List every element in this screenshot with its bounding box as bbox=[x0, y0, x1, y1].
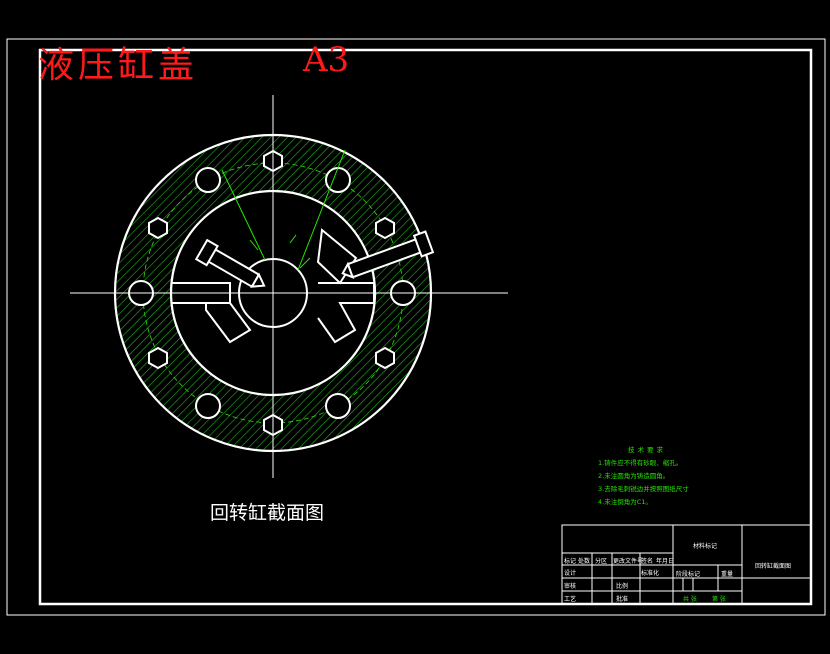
dimension-leader bbox=[299, 257, 311, 269]
requirement-item: 1.铸件应不得有砂眼、缩孔。 bbox=[598, 459, 683, 467]
sheet-size-label: A3 bbox=[303, 40, 350, 80]
signature-label: 签名 bbox=[641, 558, 654, 565]
stage-mark-label: 阶段标记 bbox=[676, 571, 701, 578]
hex-hole bbox=[375, 216, 395, 240]
section-caption: 回转缸截面图 bbox=[210, 502, 325, 524]
process-label: 工艺 bbox=[564, 596, 577, 603]
bolt-hole bbox=[195, 393, 221, 419]
bolt-hole bbox=[195, 167, 221, 193]
sheets-total: 共 张 bbox=[683, 596, 697, 603]
review-label: 审核 bbox=[564, 583, 577, 590]
count-label: 处数 bbox=[578, 558, 591, 565]
requirement-item: 3.去除毛刺锐边并按照图纸尺寸 bbox=[598, 485, 689, 493]
bolt-hole bbox=[325, 393, 351, 419]
change-doc-label: 更改文件号 bbox=[613, 558, 644, 565]
technical-requirements: 技术要求 1.铸件应不得有砂眼、缩孔。 2.未注圆角为铸造圆角。 3.去除毛刺锐… bbox=[598, 444, 689, 509]
sheet-number: 第 张 bbox=[712, 596, 726, 603]
requirement-item: 4.未注倒角为C1。 bbox=[598, 498, 652, 506]
standardization-label: 标准化 bbox=[641, 570, 660, 577]
dimension-text-mark bbox=[249, 239, 259, 251]
part-name: 回转缸截面图 bbox=[755, 563, 792, 570]
mark-label: 标记 bbox=[564, 558, 577, 565]
zone-label: 分区 bbox=[595, 558, 608, 565]
requirement-item: 2.未注圆角为铸造圆角。 bbox=[598, 472, 670, 480]
design-label: 设计 bbox=[564, 570, 577, 577]
ratio-label: 比例 bbox=[616, 583, 629, 590]
technical-requirements-heading: 技术要求 bbox=[628, 446, 666, 454]
weight-label: 重量 bbox=[721, 571, 734, 578]
dimension-text-mark bbox=[289, 234, 297, 244]
hex-hole bbox=[148, 216, 168, 240]
material-label: 材料标记 bbox=[693, 543, 718, 550]
hex-hole bbox=[375, 346, 395, 370]
approve-label: 批准 bbox=[616, 596, 629, 603]
cad-drawing bbox=[6, 38, 826, 616]
date-label: 年月日 bbox=[656, 558, 675, 565]
drawing-title: 液压缸盖 bbox=[38, 45, 199, 86]
hex-hole bbox=[148, 346, 168, 370]
